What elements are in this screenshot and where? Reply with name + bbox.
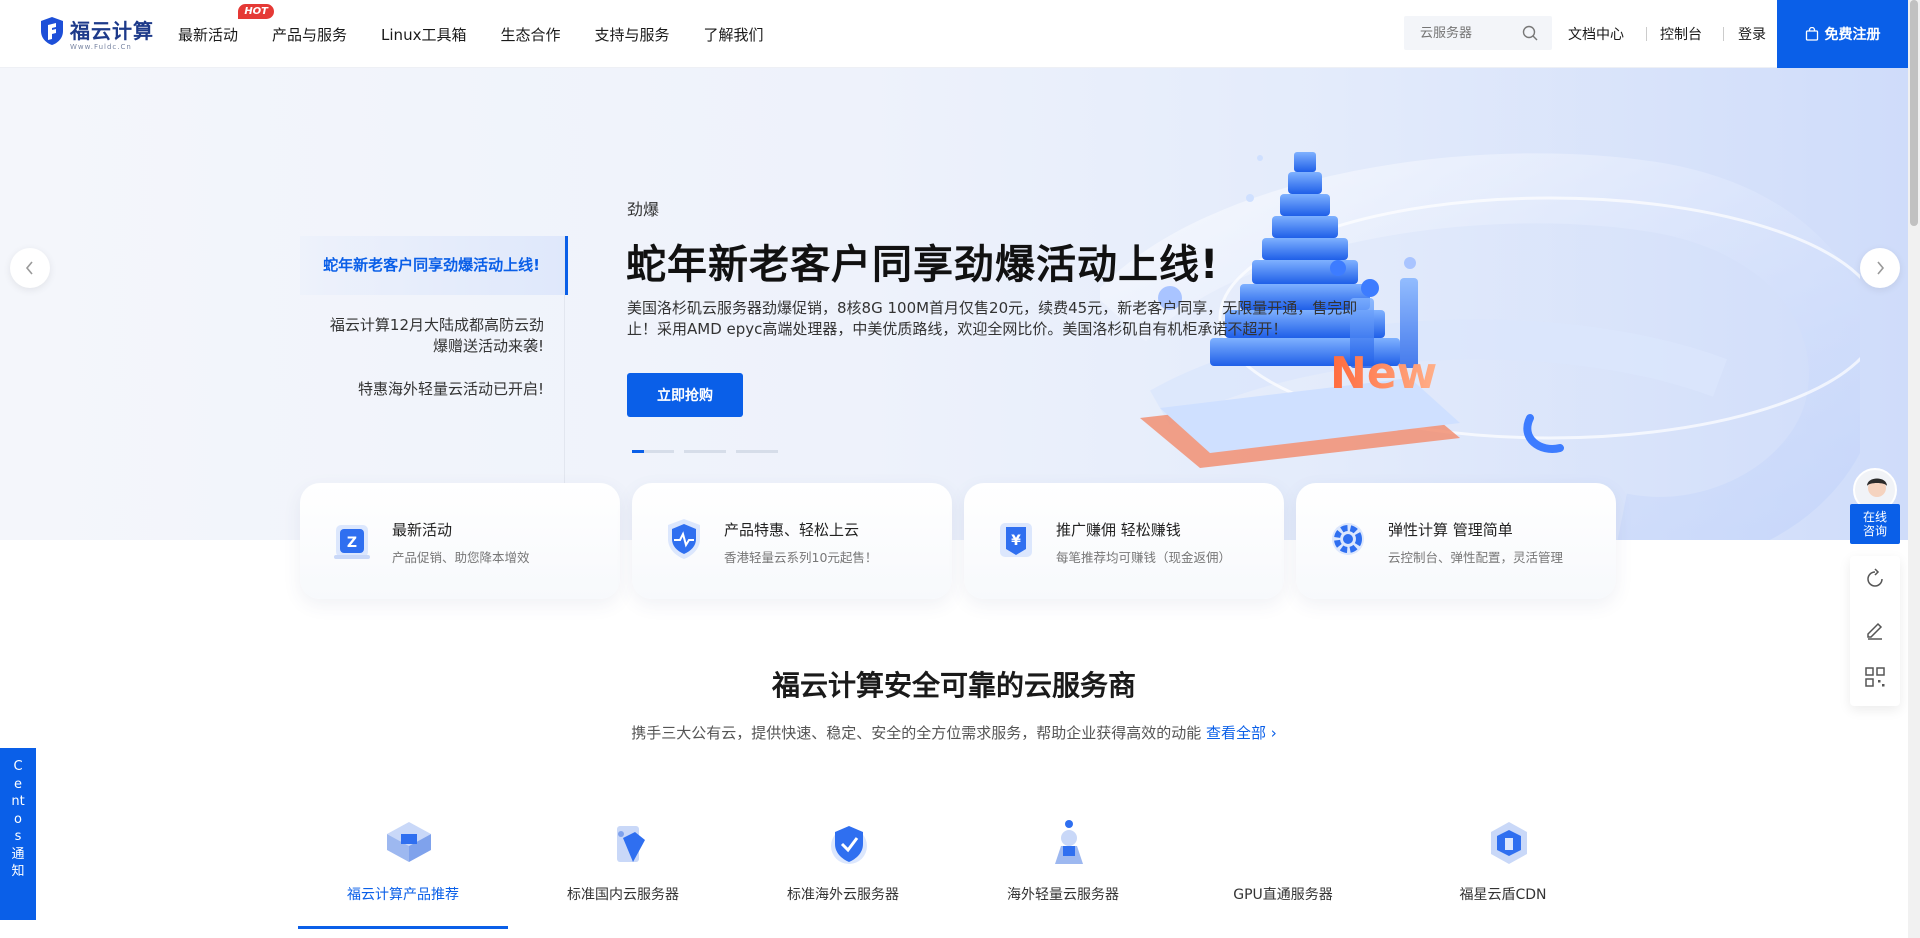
feature-title: 最新活动 xyxy=(392,521,453,539)
gear-cloud-icon xyxy=(1332,523,1364,555)
console-link[interactable]: 控制台 xyxy=(1660,24,1702,44)
feature-subtitle: 产品促销、助您降本增效 xyxy=(392,550,530,565)
feature-card[interactable]: Z 最新活动 产品促销、助您降本增效 xyxy=(300,483,620,599)
hero-side-item[interactable]: 特惠海外轻量云活动已开启! xyxy=(300,379,568,400)
hero-description: 美国洛杉矶云服务器劲爆促销，8核8G 100M首月仅售20元，续费45元，新老客… xyxy=(627,299,1358,338)
register-label: 免费注册 xyxy=(1824,27,1881,43)
nav-support[interactable]: 支持与服务 xyxy=(594,24,669,45)
nav-latest-activity-label: 最新活动 xyxy=(178,25,239,44)
qrcode-icon[interactable] xyxy=(1864,666,1886,688)
tab-label: 福星云盾CDN xyxy=(1459,887,1547,903)
svg-text:¥: ¥ xyxy=(1011,533,1021,549)
brand-name: 福云计算 xyxy=(70,19,154,43)
logo-shield-icon xyxy=(41,17,63,45)
search-icon[interactable] xyxy=(1522,25,1538,41)
feature-title: 产品特惠、轻松上云 xyxy=(724,521,860,539)
centos-notice-label: Centos通知 xyxy=(11,759,25,879)
hero-side-list: 蛇年新老客户同享劲爆活动上线! 福云计算12月大陆成都高防云劲爆赠送活动来袭! … xyxy=(300,236,568,400)
register-button[interactable]: 免费注册 xyxy=(1777,0,1908,68)
svg-text:Z: Z xyxy=(347,535,357,551)
header-divider xyxy=(1723,27,1724,41)
chevron-right-icon: › xyxy=(1270,724,1277,742)
shield-pulse-icon xyxy=(668,519,700,559)
hero-prev-button[interactable] xyxy=(10,248,50,288)
brand-url: Www.Fuldc.Cn xyxy=(70,43,132,51)
feature-card[interactable]: 弹性计算 管理简单 云控制台、弹性配置，灵活管理 xyxy=(1296,483,1616,599)
hero-tag: 劲爆 xyxy=(627,200,660,219)
float-tools-panel xyxy=(1850,556,1900,706)
nav-about[interactable]: 了解我们 xyxy=(703,24,763,45)
main-nav: 最新活动 HOT 产品与服务 Linux工具箱 生态合作 支持与服务 了解我们 xyxy=(178,0,764,68)
bag-icon xyxy=(1805,27,1818,41)
hot-badge: HOT xyxy=(238,3,275,19)
tab-label: GPU直通服务器 xyxy=(1233,887,1333,903)
feature-subtitle: 香港轻量云系列10元起售！ xyxy=(724,550,878,565)
refresh-headset-icon[interactable] xyxy=(1864,568,1886,590)
scroll-thumb[interactable] xyxy=(1910,0,1918,226)
hero-side-item[interactable]: 蛇年新老客户同享劲爆活动上线! xyxy=(300,236,568,295)
gift-box-icon: Z xyxy=(334,525,370,559)
online-consult-button[interactable]: 在线 咨询 xyxy=(1850,504,1900,544)
nav-ecosystem[interactable]: 生态合作 xyxy=(500,24,560,45)
feature-title: 推广赚佣 轻松赚钱 xyxy=(1056,521,1181,539)
feature-subtitle: 每笔推荐均可赚钱（现金返佣） xyxy=(1056,550,1232,565)
tab-label: 福云计算产品推荐 xyxy=(347,887,459,903)
consult-label: 在线 咨询 xyxy=(1862,510,1887,538)
carousel-dot[interactable] xyxy=(736,450,778,453)
feature-card[interactable]: 产品特惠、轻松上云 香港轻量云系列10元起售！ xyxy=(632,483,952,599)
carousel-dots xyxy=(632,450,778,453)
carousel-dot[interactable] xyxy=(684,450,726,453)
search-input[interactable] xyxy=(1420,25,1520,41)
section-subtitle-text: 携手三大公有云，提供快速、稳定、安全的全方位需求服务，帮助企业获得高效的动能 xyxy=(631,724,1202,742)
hero-banner: New 蛇年新老客户同享劲爆活动上线! 福云计算12月大陆成都高防云劲爆赠送活动… xyxy=(0,68,1908,540)
chevron-right-icon xyxy=(1877,261,1885,275)
carousel-dot[interactable] xyxy=(632,450,674,453)
tab-lightweight-cloud[interactable]: 海外轻量云服务器 xyxy=(958,816,1178,928)
cloud-server-icon xyxy=(617,826,645,862)
hero-side-item[interactable]: 福云计算12月大陆成都高防云劲爆赠送活动来袭! xyxy=(300,315,568,357)
section-subtitle: 携手三大公有云，提供快速、稳定、安全的全方位需求服务，帮助企业获得高效的动能 查… xyxy=(0,722,1908,743)
header-divider xyxy=(1646,27,1647,41)
tab-gpu-server[interactable]: GPU直通服务器 xyxy=(1178,816,1398,928)
nav-products[interactable]: 产品与服务 xyxy=(272,24,347,45)
tab-domestic-cloud[interactable]: 标准国内云服务器 xyxy=(518,816,738,928)
feature-cards: Z 最新活动 产品促销、助您降本增效 产品特惠、轻松上云 香港轻量云系列10元起… xyxy=(300,483,1616,599)
docs-link[interactable]: 文档中心 xyxy=(1568,24,1624,44)
tab-label: 标准国内云服务器 xyxy=(567,887,679,903)
tab-label: 标准海外云服务器 xyxy=(787,887,899,903)
hero-title: 蛇年新老客户同享劲爆活动上线! xyxy=(626,242,1220,288)
buy-now-button[interactable]: 立即抢购 xyxy=(627,373,743,417)
tab-cdn[interactable]: 福星云盾CDN xyxy=(1398,816,1618,928)
shield-check-icon xyxy=(831,826,867,864)
server-stack-icon xyxy=(387,822,431,862)
page-scrollbar[interactable] xyxy=(1908,0,1920,938)
brand-logo[interactable]: 福云计算 Www.Fuldc.Cn xyxy=(40,16,154,51)
edit-icon[interactable] xyxy=(1864,618,1886,640)
hero-next-button[interactable] xyxy=(1860,248,1900,288)
new-badge-text: New xyxy=(1330,348,1437,399)
feature-card[interactable]: ¥ 推广赚佣 轻松赚钱 每笔推荐均可赚钱（现金返佣） xyxy=(964,483,1284,599)
product-tabs: 福云计算产品推荐 标准国内云服务器 标准海外云服务器 海外轻量云服务器 GPU直… xyxy=(298,816,1618,929)
top-header: 福云计算 Www.Fuldc.Cn 最新活动 HOT 产品与服务 Linux工具… xyxy=(0,0,1908,68)
nav-latest-activity[interactable]: 最新活动 HOT xyxy=(178,3,275,45)
search-box xyxy=(1404,16,1552,50)
tab-recommended[interactable]: 福云计算产品推荐 xyxy=(298,816,518,929)
view-all-link[interactable]: 查看全部 › xyxy=(1206,724,1277,742)
tab-label: 海外轻量云服务器 xyxy=(1007,887,1119,903)
person-server-icon xyxy=(1055,820,1083,864)
section-title: 福云计算安全可靠的云服务商 xyxy=(771,669,1136,702)
login-link[interactable]: 登录 xyxy=(1738,24,1766,44)
tab-overseas-cloud[interactable]: 标准海外云服务器 xyxy=(738,816,958,928)
active-tab-underline xyxy=(298,926,508,929)
centos-notice-tab[interactable]: Centos通知 xyxy=(0,748,36,920)
cube-shield-icon xyxy=(1491,822,1527,864)
chevron-left-icon xyxy=(25,261,33,275)
nav-linux-tools[interactable]: Linux工具箱 xyxy=(381,24,466,45)
view-all-label: 查看全部 xyxy=(1206,724,1267,742)
feature-subtitle: 云控制台、弹性配置，灵活管理 xyxy=(1388,550,1564,565)
yen-wallet-icon: ¥ xyxy=(1000,523,1032,557)
feature-title: 弹性计算 管理简单 xyxy=(1388,521,1513,539)
